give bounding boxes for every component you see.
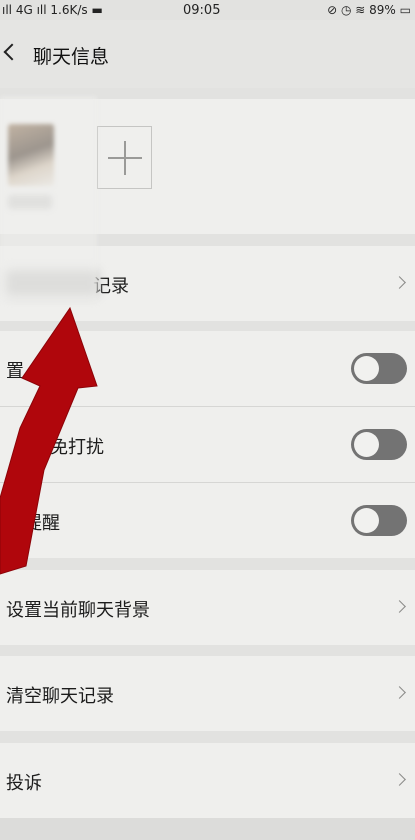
pin-chat-label-tail: 天 xyxy=(65,361,83,382)
do-not-disturb-label: 免打扰 xyxy=(50,437,104,458)
toggle-knob xyxy=(354,356,379,381)
bottom-strip xyxy=(0,818,415,840)
toggle-knob xyxy=(354,508,379,533)
strong-reminder-row[interactable]: 强提醒 xyxy=(0,483,415,558)
chevron-right-icon xyxy=(393,773,406,786)
pin-chat-toggle[interactable] xyxy=(351,353,407,384)
find-chat-history-label: 记录 xyxy=(93,276,129,297)
toggle-knob xyxy=(354,432,379,457)
nav-bar: 聊天信息 xyxy=(0,20,415,88)
do-not-disturb-row[interactable]: 免打扰 xyxy=(0,407,415,482)
chevron-right-icon xyxy=(393,686,406,699)
page-title: 聊天信息 xyxy=(33,46,110,68)
do-not-disturb-toggle[interactable] xyxy=(351,429,407,460)
pin-chat-row[interactable]: 置 天 xyxy=(0,331,415,406)
status-signal: ıll 4G ıll 1.6K/s ▬ xyxy=(2,3,103,17)
clear-history-label: 清空聊天记录 xyxy=(6,686,114,707)
chevron-right-icon xyxy=(393,276,406,289)
chevron-right-icon xyxy=(393,600,406,613)
report-label: 投诉 xyxy=(6,773,42,794)
status-battery: ⊘ ◷ ≋ 89% ▭ xyxy=(327,3,411,17)
back-icon[interactable] xyxy=(3,43,21,61)
blurred-overlay xyxy=(0,96,97,301)
clear-history-row[interactable]: 清空聊天记录 xyxy=(0,656,415,731)
status-bar: ıll 4G ıll 1.6K/s ▬ 09:05 ⊘ ◷ ≋ 89% ▭ xyxy=(0,0,415,20)
pin-chat-label: 置 xyxy=(6,361,24,382)
strong-reminder-label: 强提醒 xyxy=(6,513,60,534)
report-row[interactable]: 投诉 xyxy=(0,743,415,818)
strong-reminder-toggle[interactable] xyxy=(351,505,407,536)
set-background-row[interactable]: 设置当前聊天背景 xyxy=(0,570,415,645)
status-time: 09:05 xyxy=(183,3,221,18)
set-background-label: 设置当前聊天背景 xyxy=(6,600,150,621)
add-member-button[interactable] xyxy=(97,126,152,189)
